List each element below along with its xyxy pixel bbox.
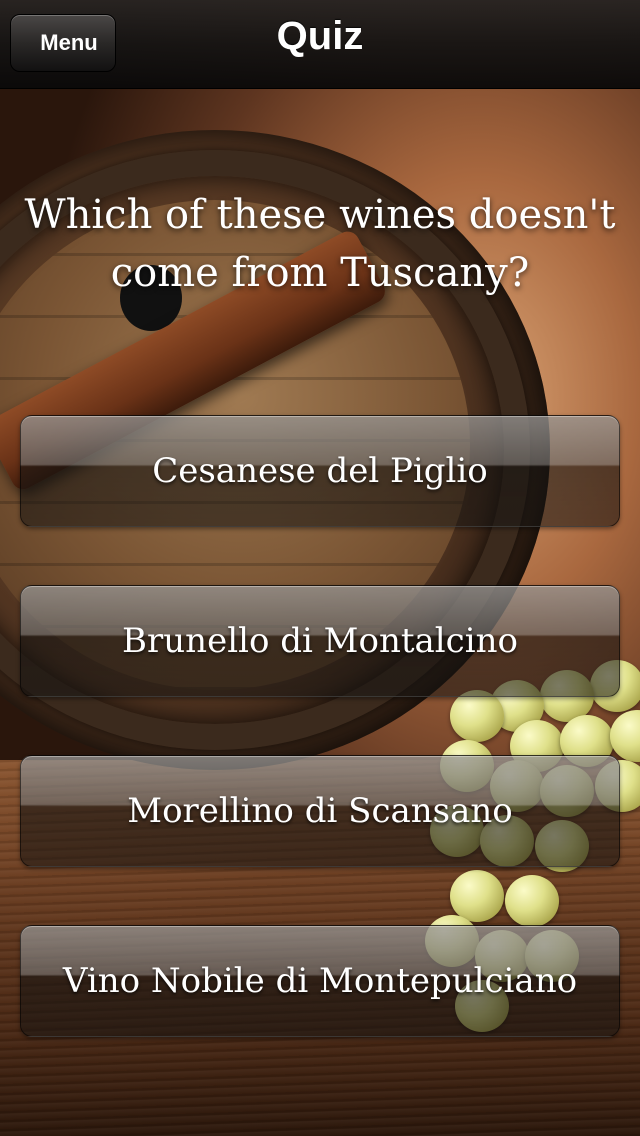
answer-button-4[interactable]: Vino Nobile di Montepulciano <box>20 925 620 1037</box>
navigation-bar: Menu Quiz <box>0 0 640 89</box>
quiz-question: Which of these wines doesn't come from T… <box>24 192 616 296</box>
answer-button-3[interactable]: Morellino di Scansano <box>20 755 620 867</box>
answer-button-1[interactable]: Cesanese del Piglio <box>20 415 620 527</box>
page-title: Quiz <box>276 14 364 58</box>
answer-button-2[interactable]: Brunello di Montalcino <box>20 585 620 697</box>
